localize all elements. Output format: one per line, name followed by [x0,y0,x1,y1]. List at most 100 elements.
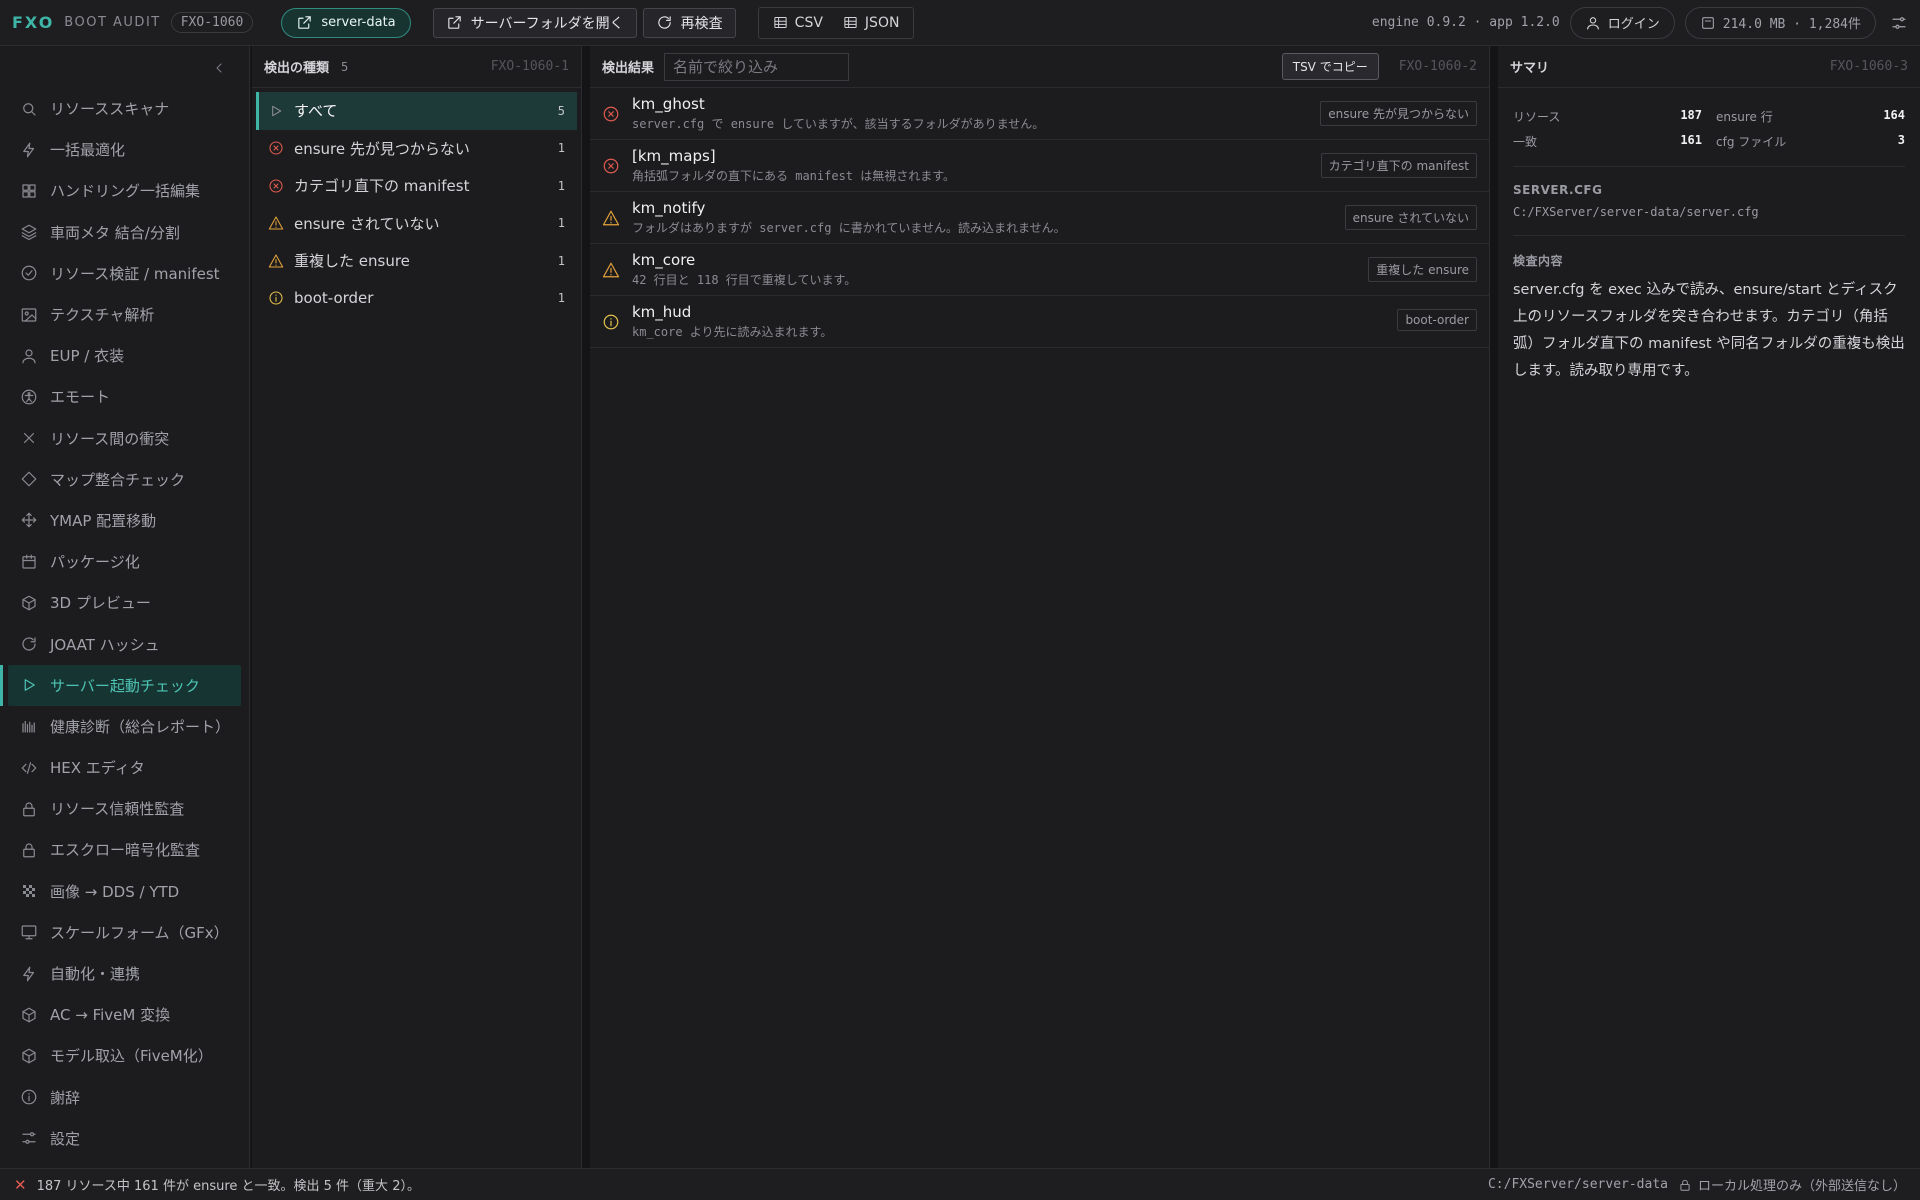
export-csv-button[interactable]: CSV [765,15,831,31]
sidebar-item[interactable]: サーバー起動チェック [0,664,241,707]
sidebar-item[interactable]: リソース信頼性監査 [0,788,241,829]
sidebar-item[interactable]: HEX エディタ [0,747,241,788]
summary-stat: リソース 187 [1513,108,1702,125]
sidebar-item[interactable]: リソース検証 / manifest [0,253,241,294]
sidebar-item[interactable]: 設定 [0,1118,241,1159]
export-json-button[interactable]: JSON [835,15,908,31]
result-row[interactable]: km_hud km_core より先に読み込まれます。 boot-order [590,296,1489,348]
sidebar-item[interactable]: パッケージ化 [0,541,241,582]
panel-title: サマリ [1510,61,1550,76]
copy-tsv-button[interactable]: TSV でコピー [1281,53,1379,80]
storage-label: 214.0 MB · 1,284件 [1722,17,1861,32]
sidebar-item[interactable]: エスクロー暗号化監査 [0,829,241,870]
detection-type-item[interactable]: boot-order 1 [256,280,577,318]
sidebar-item[interactable]: 謝辞 [0,1077,241,1118]
brand-logo: FXO [12,13,55,32]
sidebar-item[interactable]: スケールフォーム（GFx） [0,912,241,953]
lock-icon [20,800,38,818]
sidebar-item[interactable]: 車両メタ 結合/分割 [0,212,241,253]
sidebar-item-label: エスクロー暗号化監査 [50,841,201,860]
panel-header: 検出の種類 5 FXO-1060-1 [252,46,581,88]
check-circle-icon [20,264,38,282]
sliders-icon[interactable] [1890,14,1908,32]
sidebar-item[interactable]: 画像 → DDS / YTD [0,871,241,912]
refresh-icon [656,14,673,31]
detection-type-item[interactable]: ensure されていない 1 [256,205,577,243]
sidebar-item[interactable]: モデル取込（FiveM化） [0,1035,241,1076]
result-list: km_ghost server.cfg で ensure していますが、該当するフ… [590,88,1489,348]
detection-type-item[interactable]: ensure 先が見つからない 1 [256,130,577,168]
server-path-pill[interactable]: server-data [281,7,411,38]
tool-code-badge: FXO-1060 [170,12,254,33]
warning-icon [602,261,620,279]
open-server-folder-button[interactable]: サーバーフォルダを開く [432,7,637,38]
table-icon [843,15,858,30]
sidebar-item-label: サーバー起動チェック [50,676,200,695]
detection-type-item[interactable]: 重複した ensure 1 [256,242,577,280]
sidebar-item[interactable]: リソース間の衝突 [0,418,241,459]
sidebar-item[interactable]: JOAAT ハッシュ [0,623,241,664]
login-button[interactable]: ログイン [1569,6,1675,39]
detection-type-count: 1 [557,216,565,231]
sidebar-item[interactable]: マップ整合チェック [0,459,241,500]
results-panel: 検出結果 TSV でコピー FXO-1060-2 km_ghostserver.… [590,46,1490,1168]
description-text: server.cfg を exec 込みで読み、ensure/start とディ… [1513,282,1905,379]
sidebar-item[interactable]: エモート [0,376,241,417]
sidebar-item[interactable]: EUP / 衣装 [0,335,241,376]
layers-icon [20,223,38,241]
sidebar-item-label: 3D プレビュー [50,594,151,613]
lock-icon [20,841,38,859]
detection-type-item[interactable]: カテゴリ直下の manifest 1 [256,167,577,205]
recheck-label: 再検査 [680,15,723,32]
sidebar-item[interactable]: 3D プレビュー [0,582,241,623]
warning-icon [602,209,620,227]
sidebar-item[interactable]: YMAP 配置移動 [0,500,241,541]
sidebar-item[interactable]: テクスチャ解析 [0,294,241,335]
local-only-label: ローカル処理のみ（外部送信なし） [1697,1179,1906,1194]
summary-panel: サマリ FXO-1060-3 リソース 187 ensure 行 164 一致 161 cf… [1498,46,1920,1168]
app-subtitle: BOOT AUDIT [64,15,161,30]
sidebar-item-label: スケールフォーム（GFx） [50,923,229,942]
stat-value: 164 [1883,108,1905,122]
cube-icon [20,1006,38,1024]
user-icon [1585,15,1601,31]
result-row[interactable]: km_core 42 行目と 118 行目で重複しています。 重複した ensure [590,244,1489,296]
recheck-button[interactable]: 再検査 [642,7,736,38]
server-path-label: server-data [321,15,396,30]
result-name: km_core [632,251,696,269]
sidebar-item-label: ハンドリング一括編集 [50,182,201,201]
image-icon [20,306,38,324]
divider [1513,166,1905,167]
detection-type-count: 5 [557,103,565,118]
play-icon [20,676,38,694]
sidebar-item[interactable]: リソーススキャナ [0,88,241,129]
sidebar: リソーススキャナ 一括最適化ハンドリング一括編集車両メタ 結合/分割 リソース検証 … [0,46,250,1168]
types-count: 5 [341,59,349,74]
accessibility-icon [20,388,38,406]
sidebar-item[interactable]: 一括最適化 [0,129,241,170]
sidebar-item[interactable]: ハンドリング一括編集 [0,170,241,211]
detection-type-count: 1 [557,178,565,193]
sidebar-item[interactable]: 健康診断（総合レポート） [0,706,241,747]
name-filter-input[interactable] [664,52,850,81]
sidebar-item-label: 画像 → DDS / YTD [50,882,180,901]
status-message: 187 リソース中 161 件が ensure と一致。検出 5 件（重大 2）… [36,1179,420,1194]
detection-type-item[interactable]: すべて 5 [256,92,577,130]
export-group: CSV JSON [757,6,915,39]
lock-icon [1678,1178,1692,1192]
result-row[interactable]: km_ghost server.cfg で ensure していますが、該当するフ… [590,88,1489,140]
stat-label: cfg ファイル [1716,135,1787,149]
sidebar-item[interactable]: AC → FiveM 変換 [0,994,241,1035]
result-row[interactable]: [km_maps] 角括弧フォルダの直下にある manifest は無視されます。… [590,140,1489,192]
export-json-label: JSON [864,14,900,31]
stat-label: リソース [1513,110,1561,124]
storage-indicator[interactable]: 214.0 MB · 1,284件 [1684,6,1876,39]
type-list: すべて 5 ensure 先が見つからない 1 カテゴリ直下の manifest 1 ens… [252,92,581,317]
result-row[interactable]: km_notify フォルダはありますが server.cfg に書かれていません… [590,192,1489,244]
chevron-left-icon[interactable] [211,60,227,76]
sidebar-item-label: 謝辞 [50,1088,81,1107]
cube-icon [20,594,38,612]
sidebar-item[interactable]: 自動化・連携 [0,953,241,994]
top-bar: FXO BOOT AUDIT FXO-1060 server-data サーバー… [0,0,1920,46]
warning-icon [268,215,284,231]
